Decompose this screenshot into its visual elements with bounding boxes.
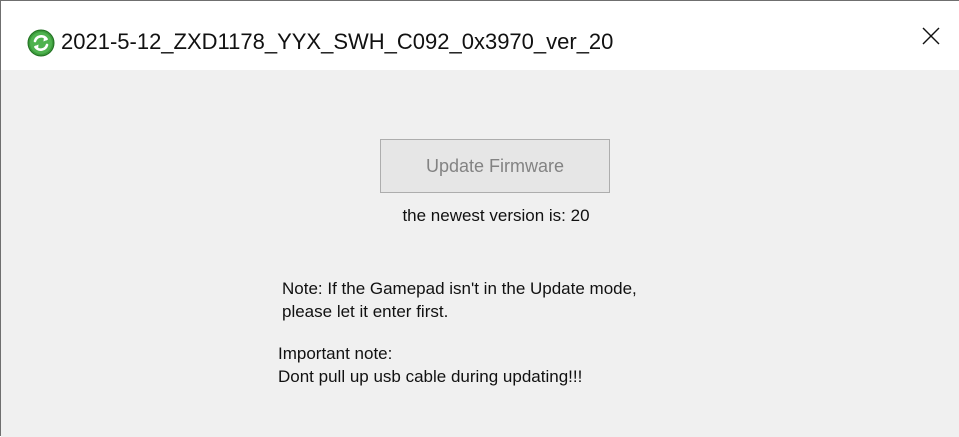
note-line-1: Note: If the Gamepad isn't in the Update… [282, 279, 637, 298]
window-title: 2021-5-12_ZXD1178_YYX_SWH_C092_0x3970_ve… [61, 29, 614, 54]
refresh-icon [27, 29, 55, 57]
important-note-warning: Dont pull up usb cable during updating!!… [278, 367, 583, 386]
important-note: Important note: Dont pull up usb cable d… [278, 342, 582, 388]
title-bar[interactable]: 2021-5-12_ZXD1178_YYX_SWH_C092_0x3970_ve… [1, 1, 959, 70]
important-note-heading: Important note: [278, 344, 393, 363]
main-panel: Update Firmware the newest version is: 2… [1, 70, 959, 437]
update-mode-note: Note: If the Gamepad isn't in the Update… [282, 277, 637, 323]
note-line-2: please let it enter first. [282, 302, 449, 321]
newest-version-label: the newest version is: 20 [402, 206, 590, 225]
close-icon [922, 27, 940, 44]
close-button[interactable] [903, 1, 959, 70]
update-firmware-button[interactable]: Update Firmware [380, 139, 610, 193]
app-window: 2021-5-12_ZXD1178_YYX_SWH_C092_0x3970_ve… [0, 0, 959, 437]
